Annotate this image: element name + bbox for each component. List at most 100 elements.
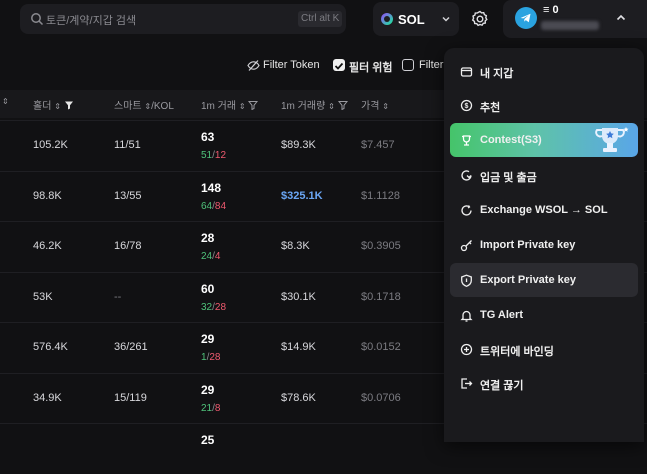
holders-value: 98.8K: [33, 189, 62, 202]
search-input[interactable]: 토큰/계약/지갑 검색: [46, 12, 136, 28]
header-1m-tx-label: 1m 거래: [201, 101, 237, 112]
sell-count: 84: [214, 200, 227, 212]
smart-kol-value: 16/78: [114, 240, 142, 252]
header-smart-kol[interactable]: 스마트 ⇕/KOL: [114, 97, 174, 112]
sell-count: 28: [209, 352, 221, 363]
filter-label-3: Filter: [419, 59, 444, 71]
menu-item-label: Exchange WSOL → SOL: [480, 204, 608, 216]
sort-icon[interactable]: ⇕: [2, 97, 9, 106]
chevron-up-icon: [616, 14, 626, 21]
filter-funnel-icon[interactable]: [64, 100, 74, 110]
menu-item-item-3[interactable]: 입금 및 출금: [450, 158, 638, 192]
header-price[interactable]: 가격 ⇕: [361, 97, 389, 112]
buy-sell-count: 32/28: [201, 301, 227, 313]
buy-sell-count: 64/84: [201, 200, 227, 212]
tx-count: 25: [201, 433, 215, 447]
eye-off-icon[interactable]: [247, 59, 260, 72]
menu-item-item-0[interactable]: 내 지갑: [450, 54, 638, 88]
check-icon: [334, 62, 344, 70]
tx-count: 29: [201, 332, 215, 346]
volume-value: $325.1K: [281, 189, 323, 202]
exchange-icon: [461, 205, 472, 216]
buy-count: 64: [201, 200, 213, 212]
header-kol-label: /KOL: [151, 101, 174, 112]
header-1m-volume-label: 1m 거래량: [281, 101, 326, 112]
risk-filter-label: 필터 위험: [349, 62, 393, 74]
menu-item-label: Contest(S3): [480, 134, 542, 146]
smart-kol-value: 11/51: [114, 139, 141, 151]
header-smart-label: 스마트: [114, 101, 142, 112]
sort-icon: ⇕: [382, 102, 389, 111]
header-holders-label: 홀더: [33, 101, 52, 112]
search-icon: [31, 13, 44, 26]
price-value: $7.457: [361, 139, 395, 151]
chain-selector[interactable]: SOL: [373, 2, 459, 36]
logout-icon: [461, 378, 473, 389]
buy-sell-count: 24/4: [201, 251, 221, 262]
header-holders[interactable]: 홀더 ⇕: [33, 97, 74, 112]
menu-item-item-8[interactable]: 트위터에 바인딩: [450, 332, 638, 366]
header-1m-volume[interactable]: 1m 거래량 ⇕: [281, 97, 348, 112]
wallet-address-blurred: [541, 21, 599, 30]
smart-kol-value: 13/55: [114, 189, 142, 202]
sell-count: 28: [214, 301, 227, 313]
sort-icon: ⇕: [238, 102, 246, 111]
sort-icon: ⇕: [54, 102, 61, 111]
trophy-icon: [462, 135, 471, 146]
plus-circle-icon: [460, 343, 473, 356]
price-value: $0.0706: [361, 391, 401, 404]
menu-item-label: 트위터에 바인딩: [480, 346, 554, 358]
wallet-balance: ≡ 0: [543, 4, 559, 16]
menu-item-label: 내 지갑: [480, 68, 514, 80]
volume-value: $89.3K: [281, 139, 316, 151]
risk-filter-checkbox[interactable]: [333, 59, 345, 71]
key-icon: [460, 240, 472, 252]
referral-icon: $: [460, 99, 473, 112]
buy-count: 21: [201, 402, 213, 414]
search-box[interactable]: 토큰/계약/지갑 검색 Ctrl alt K: [20, 4, 346, 34]
settings-gear-icon[interactable]: [470, 9, 490, 29]
price-value: $0.0152: [361, 341, 401, 353]
menu-item-item-9[interactable]: 연결 끊기: [450, 366, 638, 400]
menu-item-label: Import Private key: [480, 239, 576, 251]
volume-value: $14.9K: [281, 341, 316, 353]
menu-item-label: 연결 끊기: [480, 380, 524, 392]
header-1m-tx[interactable]: 1m 거래 ⇕: [201, 97, 259, 112]
buy-sell-count: 21/8: [201, 402, 221, 414]
tx-count: 148: [201, 180, 222, 195]
account-dropdown-menu: 내 지갑 $ 추천 Contest(S3) 입금 및 출금 Exchange WS…: [444, 48, 644, 442]
tx-count: 28: [201, 231, 215, 245]
menu-item-exchange-wsol-sol[interactable]: Exchange WSOL → SOL: [450, 193, 638, 227]
menu-item-item-1[interactable]: $ 추천: [450, 88, 638, 122]
volume-value: $30.1K: [281, 290, 316, 303]
menu-item-contest-s3[interactable]: Contest(S3): [450, 123, 638, 157]
holders-value: 34.9K: [33, 391, 62, 404]
buy-sell-count: 51/12: [201, 150, 227, 161]
tx-count: 60: [201, 281, 215, 296]
buy-count: 51: [201, 150, 213, 161]
chevron-down-icon: [442, 16, 450, 22]
smart-kol-value: 15/119: [114, 391, 147, 404]
price-value: $1.1128: [361, 189, 400, 202]
holders-value: 53K: [33, 290, 53, 303]
menu-item-import-private-key[interactable]: Import Private key: [450, 228, 638, 262]
svg-text:$: $: [465, 103, 469, 110]
holders-value: 105.2K: [33, 139, 68, 151]
filter-funnel-icon[interactable]: [248, 100, 259, 111]
trophy-badge-icon: [595, 127, 629, 152]
smart-kol-value: --: [114, 290, 122, 303]
menu-item-export-private-key[interactable]: Export Private key: [450, 263, 638, 297]
wallet-icon: [460, 67, 473, 77]
price-value: $0.1718: [361, 290, 401, 303]
filter-checkbox-3[interactable]: [402, 59, 414, 71]
sell-count: 8: [214, 402, 221, 414]
filter-funnel-icon[interactable]: [337, 100, 348, 111]
menu-item-tg-alert[interactable]: TG Alert: [450, 298, 638, 332]
menu-item-label: 추천: [480, 102, 501, 114]
telegram-icon: [515, 7, 537, 29]
bell-icon: [460, 310, 473, 322]
filter-token-toggle[interactable]: Filter Token: [263, 59, 320, 71]
search-shortcut: Ctrl alt K: [298, 11, 343, 27]
header-price-label: 가격: [361, 101, 380, 112]
account-menu-toggle[interactable]: ≡ 0: [503, 0, 647, 38]
